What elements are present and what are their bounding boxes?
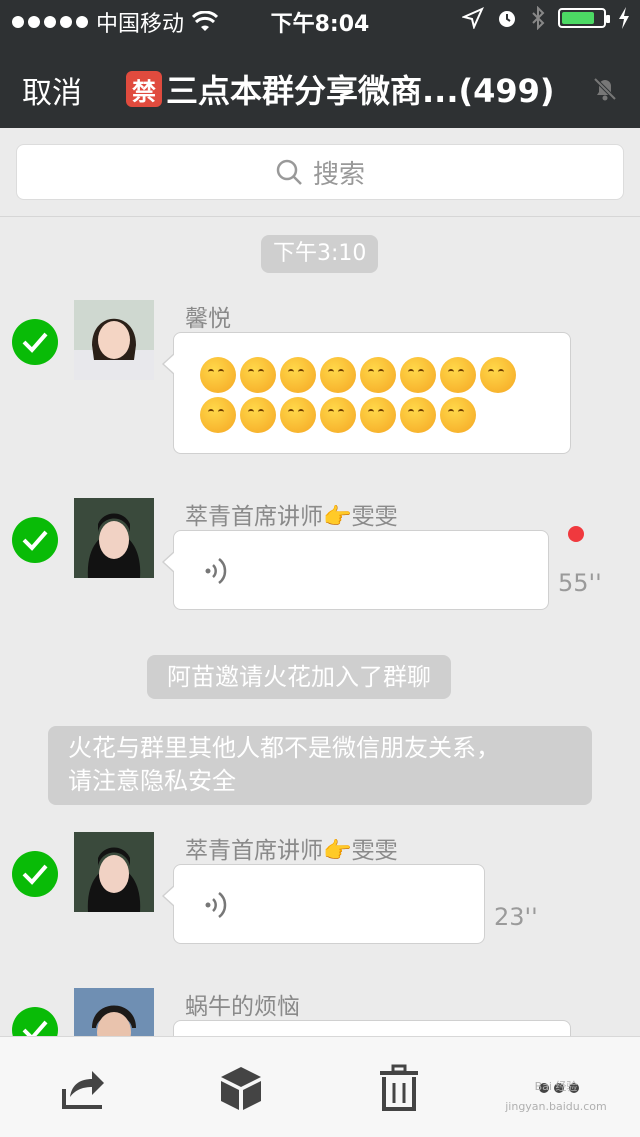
- bluetooth-icon: [532, 6, 545, 30]
- avatar[interactable]: [74, 300, 154, 380]
- hugging-face-emoji: [360, 357, 396, 393]
- message-bubble[interactable]: [162, 332, 571, 454]
- voice-message-bubble[interactable]: [162, 864, 485, 944]
- chat-nav-bar: 取消 禁 三点本群分享微商...(499): [0, 40, 640, 128]
- search-bar: 搜索: [0, 128, 640, 217]
- voice-wave-icon: [205, 892, 227, 918]
- system-message: 阿苗邀请火花加入了群聊: [147, 655, 451, 699]
- select-checkbox[interactable]: [12, 319, 58, 365]
- select-checkbox[interactable]: [12, 517, 58, 563]
- search-placeholder: 搜索: [312, 159, 365, 190]
- hugging-face-emoji: [320, 357, 356, 393]
- cancel-button[interactable]: 取消: [22, 68, 82, 112]
- sender-name: 萃青首席讲师👉雯雯: [185, 838, 398, 864]
- voice-duration: 23'': [494, 903, 538, 931]
- privacy-notice-line1: 火花与群里其他人都不是微信朋友关系，: [68, 734, 500, 762]
- bell-muted-icon: [593, 77, 617, 101]
- hugging-face-emoji: [240, 397, 276, 433]
- select-checkbox[interactable]: [12, 1007, 58, 1036]
- sender-name: 馨悦: [185, 306, 231, 332]
- baidu-jingyan-watermark: Bai 经验 jingyan.baidu.com: [505, 1080, 607, 1113]
- sender-name: 蜗牛的烦恼: [185, 994, 300, 1020]
- avatar[interactable]: [74, 988, 154, 1036]
- hugging-face-emoji: [400, 357, 436, 393]
- hugging-face-emoji: [360, 397, 396, 433]
- charging-bolt-icon: [619, 7, 629, 29]
- chat-timestamp: 下午3:10: [261, 235, 379, 273]
- hugging-face-emoji: [200, 397, 236, 433]
- voice-message-bubble[interactable]: [162, 530, 549, 610]
- emoji-row: [200, 357, 516, 393]
- sender-name: 萃青首席讲师👉雯雯: [185, 504, 398, 530]
- privacy-notice-line2: 请注意隐私安全: [68, 767, 236, 795]
- hugging-face-emoji: [200, 357, 236, 393]
- chat-message-list[interactable]: 下午3:10 馨悦 萃青首席讲师👉雯雯 55'' 阿苗邀请火花加入了群聊 火花与…: [0, 217, 640, 1036]
- delete-trash-icon[interactable]: [374, 1063, 424, 1113]
- avatar[interactable]: [74, 832, 154, 912]
- unread-dot: [568, 526, 584, 542]
- hugging-face-emoji: [280, 357, 316, 393]
- voice-duration: 55'': [558, 569, 602, 597]
- location-arrow-icon: [462, 7, 484, 29]
- search-input[interactable]: 搜索: [16, 144, 624, 200]
- avatar[interactable]: [74, 498, 154, 578]
- status-bar: 中国移动 下午8:04: [0, 0, 640, 40]
- emoji-row: [200, 397, 476, 433]
- favorite-box-icon[interactable]: [216, 1063, 266, 1113]
- privacy-notice: 火花与群里其他人都不是微信朋友关系， 请注意隐私安全: [48, 726, 592, 805]
- hugging-face-emoji: [280, 397, 316, 433]
- message-bubble[interactable]: [173, 1020, 571, 1036]
- chat-title-text: 三点本群分享微商...(499): [166, 72, 555, 110]
- hugging-face-emoji: [400, 397, 436, 433]
- hugging-face-emoji: [240, 357, 276, 393]
- search-icon: [276, 159, 302, 185]
- voice-wave-icon: [205, 558, 227, 584]
- hugging-face-emoji: [440, 357, 476, 393]
- ban-badge-icon: 禁: [126, 71, 162, 107]
- share-icon[interactable]: [58, 1063, 108, 1113]
- battery-icon: [558, 8, 610, 28]
- alarm-icon: [499, 11, 515, 27]
- hugging-face-emoji: [480, 357, 516, 393]
- chat-title: 禁 三点本群分享微商...(499): [126, 66, 555, 112]
- select-checkbox[interactable]: [12, 851, 58, 897]
- hugging-face-emoji: [440, 397, 476, 433]
- hugging-face-emoji: [320, 397, 356, 433]
- multi-select-toolbar: Bai 经验 jingyan.baidu.com: [0, 1036, 640, 1137]
